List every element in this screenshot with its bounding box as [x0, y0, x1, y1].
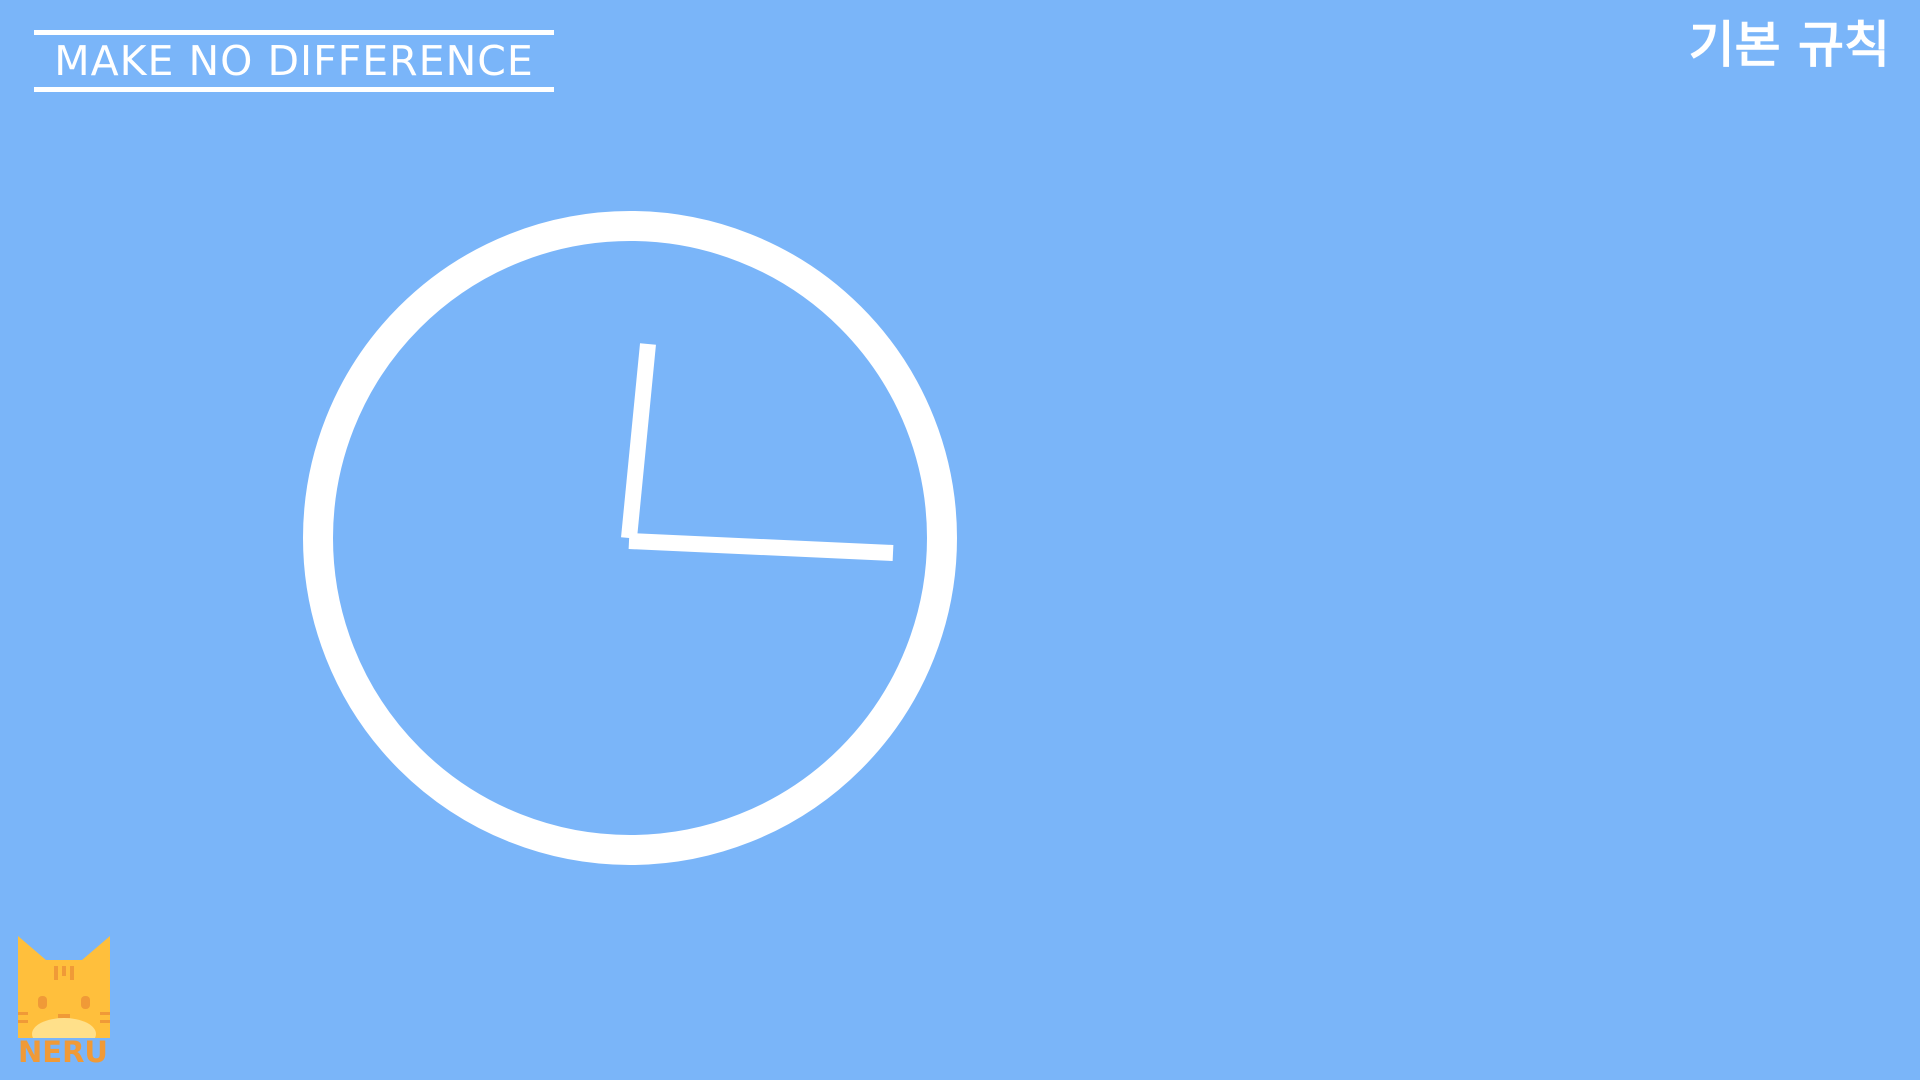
clock-icon [303, 211, 957, 865]
cat-mouth [58, 1014, 70, 1018]
minute-hand [628, 533, 894, 561]
logo-text: NERU [18, 1035, 108, 1069]
cat-whisker [100, 1020, 110, 1023]
cat-whisker [100, 1012, 110, 1015]
neru-logo[interactable]: NERU [16, 934, 112, 1070]
hour-hand [621, 343, 656, 539]
cat-stripe [70, 966, 74, 980]
cat-whisker [18, 1020, 28, 1023]
cat-eye-left [38, 996, 47, 1009]
cat-icon [18, 936, 110, 1050]
cat-whisker [18, 1012, 28, 1015]
game-screen: MAKE NO DIFFERENCE 기본 규칙 NERU [0, 0, 1920, 1080]
mode-label: 기본 규칙 [1688, 16, 1890, 74]
cat-eye-right [81, 996, 90, 1009]
clock [300, 208, 960, 868]
game-title[interactable]: MAKE NO DIFFERENCE [34, 30, 554, 92]
cat-stripe [62, 966, 66, 976]
cat-stripe [54, 966, 58, 980]
